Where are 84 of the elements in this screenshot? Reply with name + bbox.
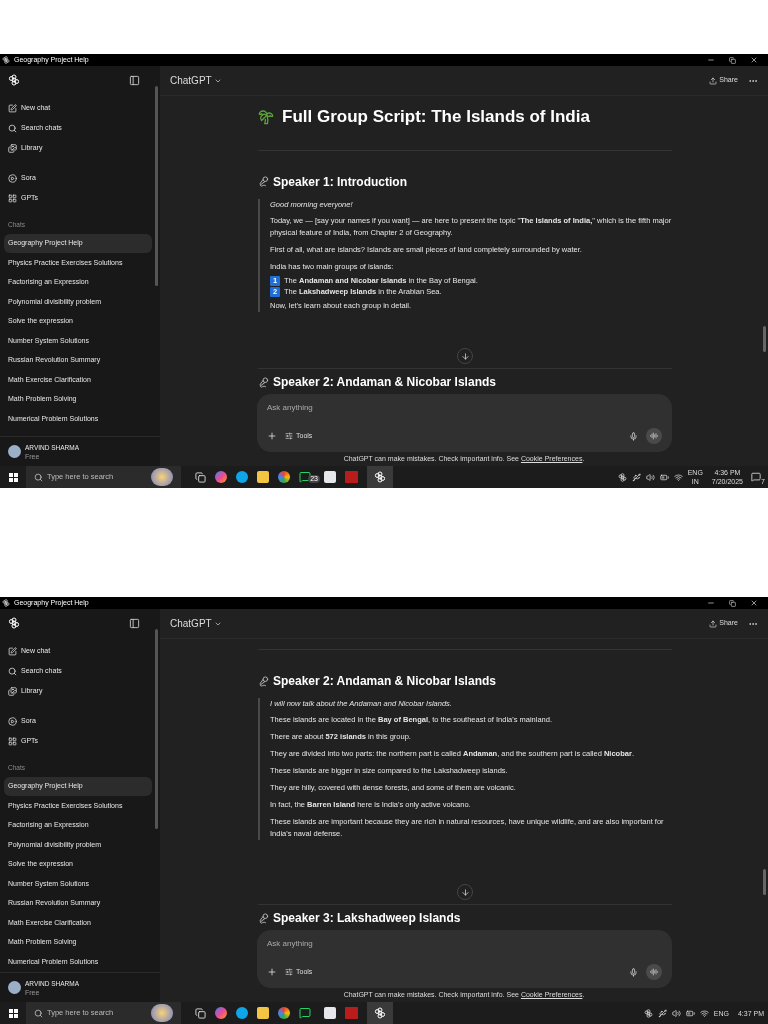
- windows-logo-icon: [8, 1008, 18, 1018]
- add-icon[interactable]: [267, 967, 277, 977]
- active-app-button[interactable]: [367, 466, 393, 488]
- task-view-icon[interactable]: [195, 471, 206, 483]
- flower-logo-icon: [643, 1008, 653, 1018]
- avatar[interactable]: [8, 981, 21, 994]
- browser-icon[interactable]: [236, 1007, 248, 1019]
- nav-icon: [8, 646, 17, 656]
- microphone-icon[interactable]: [629, 431, 638, 441]
- microphone-icon: [258, 376, 269, 388]
- flower-logo-icon: [8, 617, 20, 629]
- speaker-icon: [645, 472, 655, 482]
- folder-icon[interactable]: [257, 1007, 269, 1019]
- nav-icon: [8, 103, 17, 113]
- nav-icon: [8, 686, 17, 696]
- avatar[interactable]: [8, 445, 21, 458]
- section-heading: Speaker 2: Andaman & Nicobar Islands: [273, 673, 496, 690]
- nav-icon: [8, 193, 17, 203]
- palm-tree-icon: [258, 108, 274, 125]
- active-app-button[interactable]: [367, 1002, 393, 1024]
- section-heading: Speaker 1: Introduction: [273, 173, 408, 191]
- task-view-icon[interactable]: [195, 1007, 206, 1019]
- scrollbar: [763, 326, 766, 352]
- search-highlight-drawing: [151, 468, 173, 486]
- browser-icon[interactable]: [236, 471, 248, 483]
- scrollbar: [763, 869, 766, 895]
- arrow-down-icon: [460, 887, 470, 897]
- section-heading: Speaker 2: Andaman & Nicobar Islands: [273, 374, 496, 391]
- flower-logo-icon: [8, 74, 20, 86]
- folder-icon[interactable]: [257, 471, 269, 483]
- microphone-icon[interactable]: [629, 967, 638, 977]
- search-icon: [34, 1008, 43, 1018]
- nav-icon: [8, 666, 17, 676]
- sidebar-toggle-icon[interactable]: [129, 617, 140, 629]
- flower-logo-icon: [374, 471, 386, 483]
- section-heading: Speaker 3: Lakshadweep Islands: [273, 910, 461, 927]
- nav-icon: [8, 123, 17, 133]
- nav-icon: [8, 143, 17, 153]
- nav-icon: [8, 716, 17, 726]
- arrow-down-icon: [460, 351, 470, 361]
- microphone-icon: [258, 912, 269, 924]
- browser-icon[interactable]: [278, 1007, 290, 1019]
- speaker-icon: [671, 1008, 681, 1018]
- sidebar-toggle-icon[interactable]: [129, 74, 140, 86]
- model-selector[interactable]: ChatGPT: [170, 73, 222, 88]
- notification-icon: [751, 472, 761, 482]
- microphone-icon: [258, 675, 269, 687]
- sliders-icon: [285, 968, 293, 976]
- search-icon: [34, 472, 43, 482]
- usb-icon: [657, 1008, 667, 1018]
- nav-icon: [8, 736, 17, 746]
- scroll-down-button[interactable]: [457, 884, 473, 900]
- message-input[interactable]: Ask anything: [267, 938, 662, 950]
- message-input[interactable]: Ask anything: [267, 402, 662, 414]
- restore-icon[interactable]: [729, 599, 736, 607]
- page-title: Full Group Script: The Islands of India: [282, 106, 590, 128]
- microphone-icon: [258, 176, 269, 187]
- add-icon[interactable]: [267, 431, 277, 441]
- audio-wave-icon: [650, 432, 658, 440]
- nav-icon: [8, 173, 17, 183]
- share-icon: [709, 76, 718, 85]
- usb-icon: [631, 472, 641, 482]
- voice-mode-button[interactable]: [646, 428, 662, 444]
- chat-bubble-icon[interactable]: [299, 1007, 311, 1019]
- model-selector[interactable]: ChatGPT: [170, 616, 222, 631]
- voice-mode-button[interactable]: [646, 964, 662, 980]
- wifi-icon: [673, 472, 683, 482]
- battery-icon: [685, 1008, 695, 1018]
- restore-icon[interactable]: [729, 56, 736, 64]
- flower-logo-icon: [2, 599, 10, 607]
- windows-logo-icon: [8, 472, 18, 482]
- close-icon[interactable]: [750, 56, 758, 64]
- share-icon: [709, 619, 718, 628]
- flower-logo-icon: [374, 1007, 386, 1019]
- sliders-icon: [285, 432, 293, 440]
- wifi-icon: [699, 1008, 709, 1018]
- battery-icon: [659, 472, 669, 482]
- browser-icon[interactable]: [278, 471, 290, 483]
- search-highlight-drawing: [151, 1004, 173, 1022]
- flower-logo-icon: [617, 472, 627, 482]
- scroll-down-button[interactable]: [457, 348, 473, 364]
- flower-logo-icon: [2, 56, 10, 64]
- audio-wave-icon: [650, 968, 658, 976]
- close-icon[interactable]: [750, 599, 758, 607]
